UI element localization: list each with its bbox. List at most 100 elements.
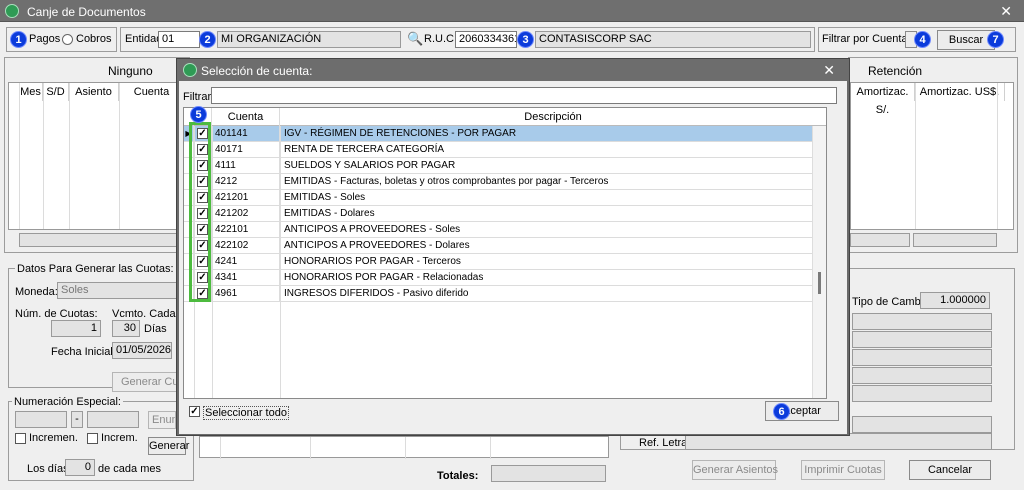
totales-field [491,465,606,482]
seleccionar-todo-checkbox[interactable]: ✓ [189,406,200,417]
num-cuotas-input[interactable]: 1 [51,320,101,337]
badge-1: 1 [10,31,27,48]
badge-3: 3 [517,31,534,48]
entidad-name-field: MI ORGANIZACIÓN [217,31,401,48]
cobros-label: Cobros [76,33,112,45]
filtrar-label: Filtrar [183,91,212,103]
right-field-1 [852,313,992,330]
right-field-3 [852,349,992,366]
ruc-input[interactable]: 20603343612 [455,31,517,48]
col-cuenta-header[interactable]: Cuenta [212,108,280,126]
row-descripcion: EMITIDAS - Facturas, boletas y otros com… [284,176,609,187]
incremen-checkbox-1[interactable] [15,433,26,444]
dialog-close-icon[interactable]: ✕ [823,62,835,79]
numeracion-field-2[interactable] [87,411,139,428]
dialog-title: Selección de cuenta: [201,64,313,78]
left-grid[interactable]: Mes S/D Asiento Cuenta [8,82,186,230]
row-cuenta: 421202 [212,206,280,222]
filtrar-cuentas-label: Filtrar por Cuentas: [822,33,917,45]
numeracion-field-1[interactable] [15,411,67,428]
row-cuenta: 422102 [212,238,280,254]
vcmto-input[interactable]: 30 [112,320,140,337]
fecha-inicial-label: Fecha Inicial: [51,346,116,358]
numeracion-generar-button[interactable]: Generar [148,437,189,455]
moneda-label: Moneda: [15,286,58,298]
fecha-inicial-input[interactable]: 01/05/2026 [112,342,172,359]
entidad-label: Entidad [125,33,163,45]
badge-6: 6 [773,403,790,420]
row-cuenta: 4212 [212,174,280,190]
moneda-select[interactable]: Soles [57,282,177,299]
seleccionar-todo-label[interactable]: Seleccionar todo [203,406,289,420]
row-cuenta: 422101 [212,222,280,238]
incremen-label-2: Increm. [101,432,138,444]
app-icon [5,4,19,18]
col-amortizac-soles: Amortizac. S/. [851,83,915,116]
left-panel-header: Ninguno [108,64,153,78]
numeracion-separator: - [71,411,83,428]
ref-letra-label: Ref. Letra: [639,437,691,449]
col-sd: S/D [43,83,69,101]
tipo-cambio-input[interactable]: 1.000000 [920,292,990,309]
row-descripcion: HONORARIOS POR PAGAR - Terceros [284,256,461,267]
col-amortizac-dolares: Amortizac. US$. [915,83,1005,101]
incremen-label-1: Incremen. [29,432,78,444]
row-cuenta: 401141 [212,126,280,142]
cancelar-button[interactable]: Cancelar [909,460,991,480]
vcmto-label: Vcmto. Cada: [112,308,179,320]
row-cuenta: 4341 [212,270,280,286]
imprimir-cuotas-button[interactable]: Imprimir Cuotas [801,460,885,480]
cuotas-legend: Datos Para Generar las Cuotas: [15,263,176,275]
scrollbar-thumb[interactable] [818,272,821,294]
generar-asientos-button[interactable]: Generar Asientos [692,460,778,480]
grid-header: Cuenta Descripción [184,108,826,126]
col-asiento: Asiento [69,83,119,101]
col-mes: Mes [19,83,43,101]
row-cuenta: 4111 [212,158,280,174]
row-descripcion: HONORARIOS POR PAGAR - Relacionadas [284,272,484,283]
search-icon[interactable]: 🔍 [407,31,423,47]
right-field-2 [852,331,992,348]
dialog-body: Filtrar Cuenta Descripción ▶ ✓ 401141 IGV -… [179,81,847,434]
badge-2: 2 [199,31,216,48]
row-descripcion: EMITIDAS - Dolares [284,208,375,219]
cuotas-grid[interactable] [199,436,609,459]
filtrar-input[interactable] [211,87,837,104]
right-total-field-1 [850,233,910,247]
row-descripcion: EMITIDAS - Soles [284,192,366,203]
badge-5: 5 [190,106,207,123]
ruc-name-field: CONTASISCORP SAC [535,31,811,48]
cobros-radio[interactable] [62,34,73,45]
close-icon[interactable]: ✕ [1000,3,1012,20]
los-dias-input[interactable]: 0 [65,459,95,476]
enumerar-button[interactable]: Enume [148,411,176,429]
row-descripcion: INGRESOS DIFERIDOS - Pasivo diferido [284,288,469,299]
right-field-4 [852,367,992,384]
right-field-5 [852,385,992,402]
checkbox-column-highlight [189,122,211,302]
dias-label: Días [144,323,167,335]
dialog-titlebar: Selección de cuenta: ✕ [177,59,849,81]
row-cuenta: 4241 [212,254,280,270]
dialog-app-icon [183,63,197,77]
incremen-checkbox-2[interactable] [87,433,98,444]
row-descripcion: SUELDOS Y SALARIOS POR PAGAR [284,160,456,171]
left-total-field [19,233,179,247]
col-descripcion-header[interactable]: Descripción [280,108,826,126]
entidad-input[interactable]: 01 [158,31,200,48]
grid-scrollbar[interactable] [812,126,826,398]
row-cuenta: 4961 [212,286,280,302]
window-title: Canje de Documentos [27,5,146,19]
right-total-field-2 [913,233,997,247]
badge-4: 4 [914,31,931,48]
right-grid[interactable]: Amortizac. S/. Amortizac. US$. [850,82,1014,230]
cuentas-grid[interactable]: Cuenta Descripción ▶ ✓ 401141 IGV - RÉGIMEN… [183,107,827,399]
totales-label: Totales: [437,470,479,482]
right-panel-header: Retención [868,64,923,78]
generar-cuotas-button[interactable]: Generar Cuo [112,372,178,392]
window-titlebar: Canje de Documentos ✕ [0,0,1024,22]
row-descripcion: ANTICIPOS A PROVEEDORES - Soles [284,224,461,235]
numeracion-legend: Numeración Especial: [12,396,123,408]
seleccion-cuenta-dialog: Selección de cuenta: ✕ Filtrar Cuenta De… [176,58,850,436]
cuenta-row[interactable]: ▶ ✓ 401141 IGV - RÉGIMEN DE RETENCIONES - P… [184,126,812,142]
